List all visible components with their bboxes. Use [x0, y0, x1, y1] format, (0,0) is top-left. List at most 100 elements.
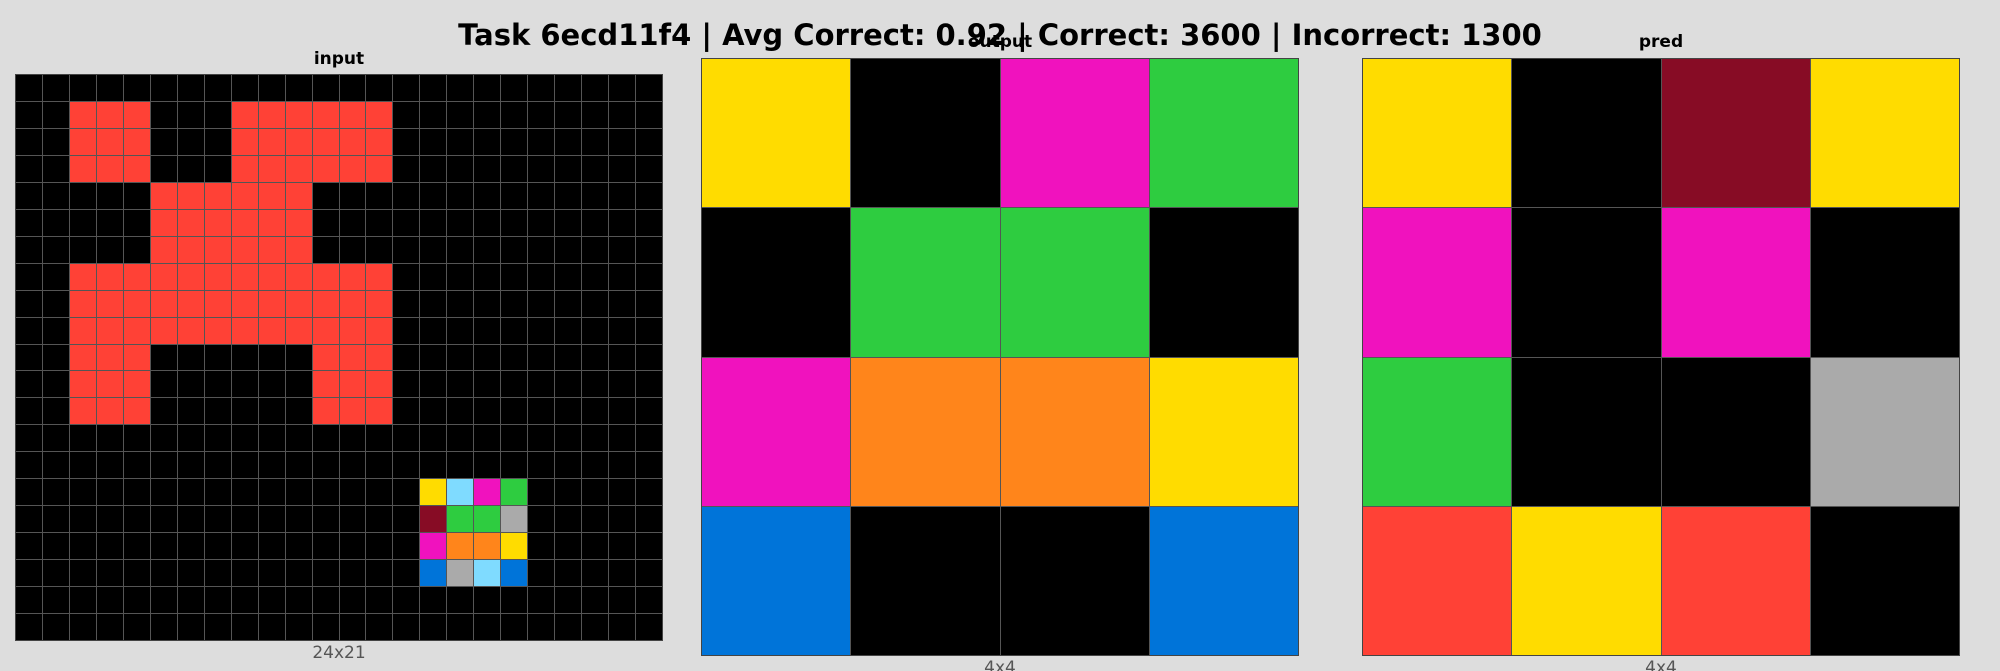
grid-cell	[501, 182, 528, 209]
grid-cell	[609, 317, 636, 344]
grid-cell	[501, 479, 528, 506]
grid-cell	[258, 290, 285, 317]
grid-cell	[258, 182, 285, 209]
grid-cell	[177, 209, 204, 236]
grid-cell	[312, 614, 339, 640]
grid-cell	[851, 208, 1000, 357]
grid-cell	[204, 533, 231, 560]
grid-cell	[123, 398, 150, 425]
grid-cell	[96, 371, 123, 398]
grid-cell	[501, 533, 528, 560]
grid-cell	[366, 101, 393, 128]
grid-cell	[420, 209, 447, 236]
grid-cell	[123, 344, 150, 371]
grid-cell	[528, 533, 555, 560]
grid-cell	[150, 128, 177, 155]
grid-cell	[339, 560, 366, 587]
grid-cell	[204, 155, 231, 182]
grid-cell	[339, 263, 366, 290]
grid-cell	[420, 155, 447, 182]
grid-cell	[69, 560, 96, 587]
grid-cell	[69, 317, 96, 344]
grid-cell	[555, 479, 582, 506]
grid-cell	[447, 371, 474, 398]
grid-cell	[528, 371, 555, 398]
grid-cell	[312, 101, 339, 128]
grid-cell	[474, 317, 501, 344]
grid-cell	[204, 128, 231, 155]
grid-cell	[150, 263, 177, 290]
grid-cell	[1810, 208, 1959, 357]
grid-cell	[69, 479, 96, 506]
grid-cell	[420, 560, 447, 587]
grid-cell	[312, 75, 339, 101]
grid-cell	[366, 263, 393, 290]
grid-cell	[474, 75, 501, 101]
grid-cell	[258, 209, 285, 236]
grid-cell	[420, 506, 447, 533]
grid-cell	[16, 101, 42, 128]
grid-cell	[420, 101, 447, 128]
grid-cell	[231, 560, 258, 587]
grid-cell	[447, 425, 474, 452]
grid-cell	[285, 128, 312, 155]
grid-cell	[555, 101, 582, 128]
grid-cell	[339, 533, 366, 560]
grid-cell	[528, 452, 555, 479]
grid-cell	[420, 128, 447, 155]
grid-cell	[447, 506, 474, 533]
grid-cell	[609, 236, 636, 263]
grid-cell	[312, 209, 339, 236]
grid-cell	[204, 425, 231, 452]
grid-cell	[366, 182, 393, 209]
grid-cell	[702, 506, 851, 655]
grid-cell	[123, 182, 150, 209]
grid-cell	[312, 290, 339, 317]
grid-cell	[285, 425, 312, 452]
grid-cell	[177, 614, 204, 640]
grid-cell	[123, 533, 150, 560]
grid-cell	[96, 209, 123, 236]
grid-cell	[42, 182, 69, 209]
grid-cell	[123, 290, 150, 317]
grid-cell	[285, 587, 312, 614]
grid-cell	[96, 263, 123, 290]
grid-cell	[42, 479, 69, 506]
grid-cell	[1661, 208, 1810, 357]
grid-cell	[555, 155, 582, 182]
grid-cell	[177, 344, 204, 371]
grid-cell	[702, 357, 851, 506]
grid-cell	[555, 371, 582, 398]
grid-cell	[312, 425, 339, 452]
grid-cell	[96, 344, 123, 371]
grid-cell	[474, 371, 501, 398]
grid-cell	[16, 506, 42, 533]
output-dims: 4x4	[984, 658, 1016, 671]
grid-cell	[123, 155, 150, 182]
grid-cell	[393, 371, 420, 398]
grid-cell	[474, 209, 501, 236]
grid-cell	[501, 587, 528, 614]
grid-cell	[123, 425, 150, 452]
grid-cell	[96, 398, 123, 425]
grid-cell	[16, 533, 42, 560]
grid-cell	[123, 371, 150, 398]
grid-cell	[582, 506, 609, 533]
grid-cell	[339, 290, 366, 317]
grid-cell	[339, 182, 366, 209]
grid-cell	[636, 506, 662, 533]
grid-cell	[1512, 357, 1661, 506]
grid-cell	[528, 614, 555, 640]
grid-cell	[258, 75, 285, 101]
grid-cell	[231, 506, 258, 533]
grid-cell	[16, 317, 42, 344]
grid-cell	[177, 236, 204, 263]
grid-cell	[474, 182, 501, 209]
grid-cell	[150, 398, 177, 425]
grid-cell	[474, 425, 501, 452]
grid-cell	[447, 398, 474, 425]
grid-cell	[609, 155, 636, 182]
grid-cell	[312, 317, 339, 344]
grid-cell	[258, 398, 285, 425]
grid-cell	[285, 506, 312, 533]
